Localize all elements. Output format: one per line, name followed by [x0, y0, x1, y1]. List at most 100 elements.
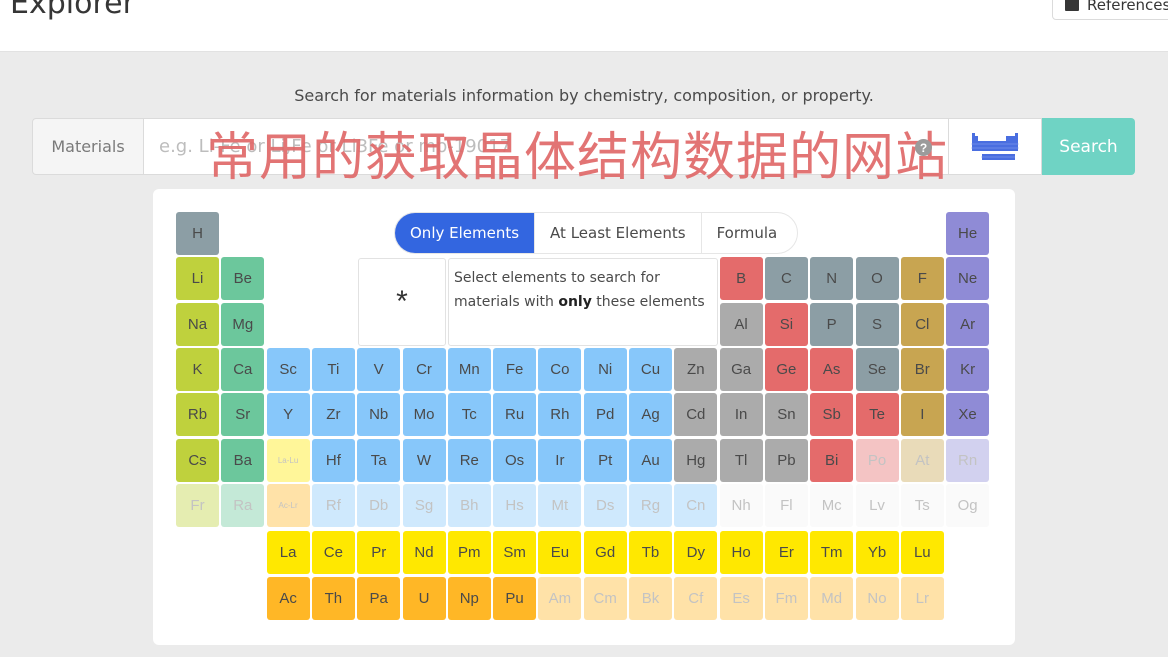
- element-og[interactable]: Og: [946, 483, 990, 527]
- element-lr[interactable]: Lr: [900, 576, 944, 620]
- element-dy[interactable]: Dy: [674, 531, 718, 575]
- element-nb[interactable]: Nb: [357, 393, 401, 437]
- element-sm[interactable]: Sm: [493, 531, 537, 575]
- element-lv[interactable]: Lv: [855, 483, 899, 527]
- element-as[interactable]: As: [810, 347, 854, 391]
- element-hf[interactable]: Hf: [311, 438, 355, 482]
- element-pt[interactable]: Pt: [583, 438, 627, 482]
- references-button[interactable]: References: [1052, 0, 1168, 20]
- search-button[interactable]: Search: [1042, 118, 1135, 175]
- element-ca[interactable]: Ca: [221, 347, 265, 391]
- element-cn[interactable]: Cn: [674, 483, 718, 527]
- element-si[interactable]: Si: [764, 302, 808, 346]
- element-ac-lr[interactable]: Ac-Lr: [266, 483, 310, 527]
- element-nd[interactable]: Nd: [402, 531, 446, 575]
- element-bh[interactable]: Bh: [447, 483, 491, 527]
- element-al[interactable]: Al: [719, 302, 763, 346]
- element-ta[interactable]: Ta: [357, 438, 401, 482]
- element-fl[interactable]: Fl: [764, 483, 808, 527]
- element-es[interactable]: Es: [719, 576, 763, 620]
- element-re[interactable]: Re: [447, 438, 491, 482]
- element-gd[interactable]: Gd: [583, 531, 627, 575]
- element-sc[interactable]: Sc: [266, 347, 310, 391]
- element-tm[interactable]: Tm: [810, 531, 854, 575]
- element-n[interactable]: N: [810, 257, 854, 301]
- element-nh[interactable]: Nh: [719, 483, 763, 527]
- element-he[interactable]: He: [946, 212, 990, 255]
- element-lu[interactable]: Lu: [900, 531, 944, 575]
- element-fm[interactable]: Fm: [764, 576, 808, 620]
- element-ir[interactable]: Ir: [538, 438, 582, 482]
- element-cl[interactable]: Cl: [900, 302, 944, 346]
- element-ac[interactable]: Ac: [266, 576, 310, 620]
- element-hs[interactable]: Hs: [493, 483, 537, 527]
- element-ni[interactable]: Ni: [583, 347, 627, 391]
- element-c[interactable]: C: [764, 257, 808, 301]
- element-ru[interactable]: Ru: [493, 393, 537, 437]
- element-fr[interactable]: Fr: [176, 483, 219, 527]
- element-ar[interactable]: Ar: [946, 302, 990, 346]
- element-na[interactable]: Na: [176, 302, 219, 346]
- element-au[interactable]: Au: [629, 438, 672, 482]
- element-mo[interactable]: Mo: [402, 393, 446, 437]
- element-be[interactable]: Be: [221, 257, 265, 301]
- element-bk[interactable]: Bk: [629, 576, 672, 620]
- element-cs[interactable]: Cs: [176, 438, 219, 482]
- element-sb[interactable]: Sb: [810, 393, 854, 437]
- element-ra[interactable]: Ra: [221, 483, 265, 527]
- element-cm[interactable]: Cm: [583, 576, 627, 620]
- element-ge[interactable]: Ge: [764, 347, 808, 391]
- element-po[interactable]: Po: [855, 438, 899, 482]
- element-v[interactable]: V: [357, 347, 401, 391]
- element-tb[interactable]: Tb: [629, 531, 672, 575]
- element-xe[interactable]: Xe: [946, 393, 990, 437]
- element-sg[interactable]: Sg: [402, 483, 446, 527]
- element-la[interactable]: La: [266, 531, 310, 575]
- element-tc[interactable]: Tc: [447, 393, 491, 437]
- element-tl[interactable]: Tl: [719, 438, 763, 482]
- element-cd[interactable]: Cd: [674, 393, 718, 437]
- element-fe[interactable]: Fe: [493, 347, 537, 391]
- element-la-lu[interactable]: La-Lu: [266, 438, 310, 482]
- element-rf[interactable]: Rf: [311, 483, 355, 527]
- element-ds[interactable]: Ds: [583, 483, 627, 527]
- element-co[interactable]: Co: [538, 347, 582, 391]
- element-np[interactable]: Np: [447, 576, 491, 620]
- element-rb[interactable]: Rb: [176, 393, 219, 437]
- tab-only-elements[interactable]: Only Elements: [395, 213, 536, 253]
- tab-formula[interactable]: Formula: [702, 213, 798, 253]
- element-kr[interactable]: Kr: [946, 347, 990, 391]
- element-rg[interactable]: Rg: [629, 483, 672, 527]
- element-pu[interactable]: Pu: [493, 576, 537, 620]
- element-db[interactable]: Db: [357, 483, 401, 527]
- element-at[interactable]: At: [900, 438, 944, 482]
- element-ne[interactable]: Ne: [946, 257, 990, 301]
- element-md[interactable]: Md: [810, 576, 854, 620]
- element-k[interactable]: K: [176, 347, 219, 391]
- element-o[interactable]: O: [855, 257, 899, 301]
- element-pr[interactable]: Pr: [357, 531, 401, 575]
- element-h[interactable]: H: [176, 212, 219, 255]
- help-icon[interactable]: ?: [915, 139, 932, 156]
- element-cf[interactable]: Cf: [674, 576, 718, 620]
- element-w[interactable]: W: [402, 438, 446, 482]
- element-y[interactable]: Y: [266, 393, 310, 437]
- element-mn[interactable]: Mn: [447, 347, 491, 391]
- element-b[interactable]: B: [719, 257, 763, 301]
- element-rh[interactable]: Rh: [538, 393, 582, 437]
- element-hg[interactable]: Hg: [674, 438, 718, 482]
- element-rn[interactable]: Rn: [946, 438, 990, 482]
- element-mt[interactable]: Mt: [538, 483, 582, 527]
- element-zn[interactable]: Zn: [674, 347, 718, 391]
- search-type-label[interactable]: Materials: [32, 118, 144, 175]
- element-ce[interactable]: Ce: [311, 531, 355, 575]
- element-pm[interactable]: Pm: [447, 531, 491, 575]
- element-pd[interactable]: Pd: [583, 393, 627, 437]
- element-li[interactable]: Li: [176, 257, 219, 301]
- element-th[interactable]: Th: [311, 576, 355, 620]
- element-no[interactable]: No: [855, 576, 899, 620]
- element-s[interactable]: S: [855, 302, 899, 346]
- element-ho[interactable]: Ho: [719, 531, 763, 575]
- element-zr[interactable]: Zr: [311, 393, 355, 437]
- wildcard-element-button[interactable]: *: [358, 258, 446, 346]
